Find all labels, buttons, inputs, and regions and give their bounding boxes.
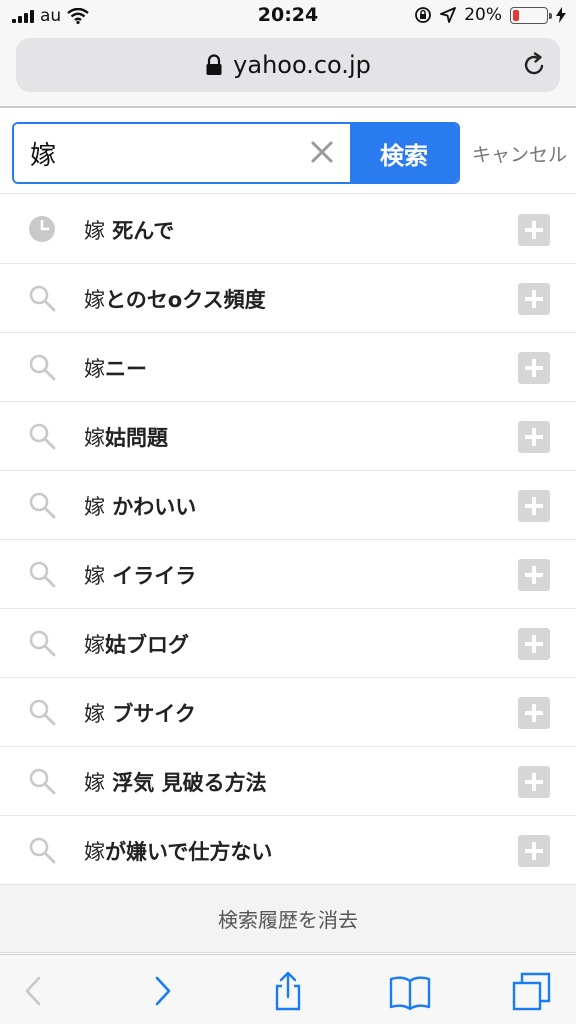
suggestion-item[interactable]: 嫁 イライラ	[0, 540, 576, 609]
suggestion-query: 嫁	[84, 288, 105, 312]
suggestion-completion: 死んで	[105, 219, 175, 243]
history-item[interactable]: 嫁 死んで	[0, 195, 576, 264]
search-box: 検索	[12, 122, 460, 184]
suggestion-text: 嫁が嫌いで仕方ない	[84, 836, 272, 866]
add-to-query-button[interactable]	[518, 283, 550, 315]
location-icon	[440, 7, 457, 23]
suggestion-text: 嫁とのセoクス頻度	[84, 284, 266, 314]
suggestion-completion: 姑ブログ	[105, 633, 189, 657]
add-to-query-button[interactable]	[518, 421, 550, 453]
search-icon	[29, 423, 56, 450]
back-icon[interactable]	[12, 969, 56, 1013]
suggestion-text: 嫁 かわいい	[84, 491, 196, 521]
status-bar: au 20:24 20%	[0, 0, 576, 32]
search-row: 検索 キャンセル	[0, 110, 576, 194]
suggestion-completion: 姑問題	[105, 426, 168, 450]
suggestion-text: 嫁 イライラ	[84, 560, 196, 590]
lock-icon	[206, 54, 222, 75]
suggestion-query: 嫁	[84, 426, 105, 450]
search-icon	[29, 768, 56, 795]
search-icon	[29, 492, 56, 519]
search-icon	[29, 561, 56, 588]
suggestion-completion: ブサイク	[105, 702, 196, 726]
battery-percent: 20%	[464, 5, 502, 25]
suggestion-item[interactable]: 嫁 ブサイク	[0, 678, 576, 747]
suggestion-text: 嫁姑ブログ	[84, 629, 189, 659]
suggestion-text: 嫁姑問題	[84, 422, 168, 452]
add-to-query-button[interactable]	[518, 766, 550, 798]
clock-icon	[29, 216, 55, 242]
reload-icon[interactable]	[520, 51, 548, 79]
forward-icon[interactable]	[140, 969, 184, 1013]
suggestion-completion: 浮気 見破る方法	[105, 771, 267, 795]
bottom-toolbar	[0, 954, 576, 1024]
suggestion-item[interactable]: 嫁姑ブログ	[0, 609, 576, 678]
suggestion-query: 嫁	[84, 702, 105, 726]
search-icon	[29, 837, 56, 864]
add-to-query-button[interactable]	[518, 352, 550, 384]
add-to-query-button[interactable]	[518, 628, 550, 660]
clear-history-button[interactable]: 検索履歴を消去	[0, 885, 576, 953]
suggestion-text: 嫁 死んで	[84, 215, 174, 245]
suggestion-item[interactable]: 嫁が嫌いで仕方ない	[0, 816, 576, 885]
suggestion-query: 嫁	[84, 771, 105, 795]
add-to-query-button[interactable]	[518, 697, 550, 729]
suggestion-completion: イライラ	[105, 564, 197, 588]
search-input[interactable]	[14, 124, 350, 182]
suggestion-completion: かわいい	[105, 495, 197, 519]
search-button[interactable]: 検索	[350, 124, 458, 182]
search-input-wrap	[14, 124, 350, 182]
search-icon	[29, 285, 56, 312]
suggestion-query: 嫁	[84, 564, 105, 588]
suggestion-item[interactable]: 嫁とのセoクス頻度	[0, 264, 576, 333]
address-bar[interactable]: yahoo.co.jp	[16, 38, 560, 92]
suggestion-query: 嫁	[84, 840, 105, 864]
address-area: yahoo.co.jp	[0, 32, 576, 108]
status-right: 20%	[414, 5, 566, 25]
charging-bolt-icon	[556, 7, 566, 23]
search-icon	[29, 354, 56, 381]
suggestion-text: 嫁ニー	[84, 353, 147, 383]
add-to-query-button[interactable]	[518, 490, 550, 522]
suggestion-completion: が嫌いで仕方ない	[105, 840, 273, 864]
share-icon[interactable]	[266, 969, 310, 1013]
suggestion-query: 嫁	[84, 495, 105, 519]
add-to-query-button[interactable]	[518, 214, 550, 246]
cancel-button[interactable]: キャンセル	[472, 140, 567, 167]
orientation-lock-icon	[415, 7, 432, 23]
suggestion-item[interactable]: 嫁ニー	[0, 333, 576, 402]
suggestion-text: 嫁 ブサイク	[84, 698, 196, 728]
suggestion-item[interactable]: 嫁 かわいい	[0, 471, 576, 540]
suggestion-completion: ニー	[105, 357, 147, 381]
suggestion-list: 嫁 死んで 嫁とのセoクス頻度 嫁ニー 嫁姑問題嫁 かわいい嫁 イライラ 嫁姑ブログ嫁 …	[0, 195, 576, 885]
suggestion-completion: とのセoクス頻度	[105, 288, 266, 312]
battery-icon	[510, 6, 552, 24]
clear-icon[interactable]	[308, 138, 336, 166]
search-icon	[29, 630, 56, 657]
bookmarks-icon[interactable]	[388, 969, 432, 1013]
add-to-query-button[interactable]	[518, 559, 550, 591]
suggestion-item[interactable]: 嫁 浮気 見破る方法	[0, 747, 576, 816]
suggestion-query: 嫁	[84, 633, 105, 657]
suggestion-query: 嫁	[84, 357, 105, 381]
suggestion-item[interactable]: 嫁姑問題	[0, 402, 576, 471]
add-to-query-button[interactable]	[518, 835, 550, 867]
tabs-icon[interactable]	[510, 969, 554, 1013]
suggestion-text: 嫁 浮気 見破る方法	[84, 767, 267, 797]
url-text: yahoo.co.jp	[233, 51, 371, 79]
suggestion-query: 嫁	[84, 219, 105, 243]
search-icon	[29, 699, 56, 726]
